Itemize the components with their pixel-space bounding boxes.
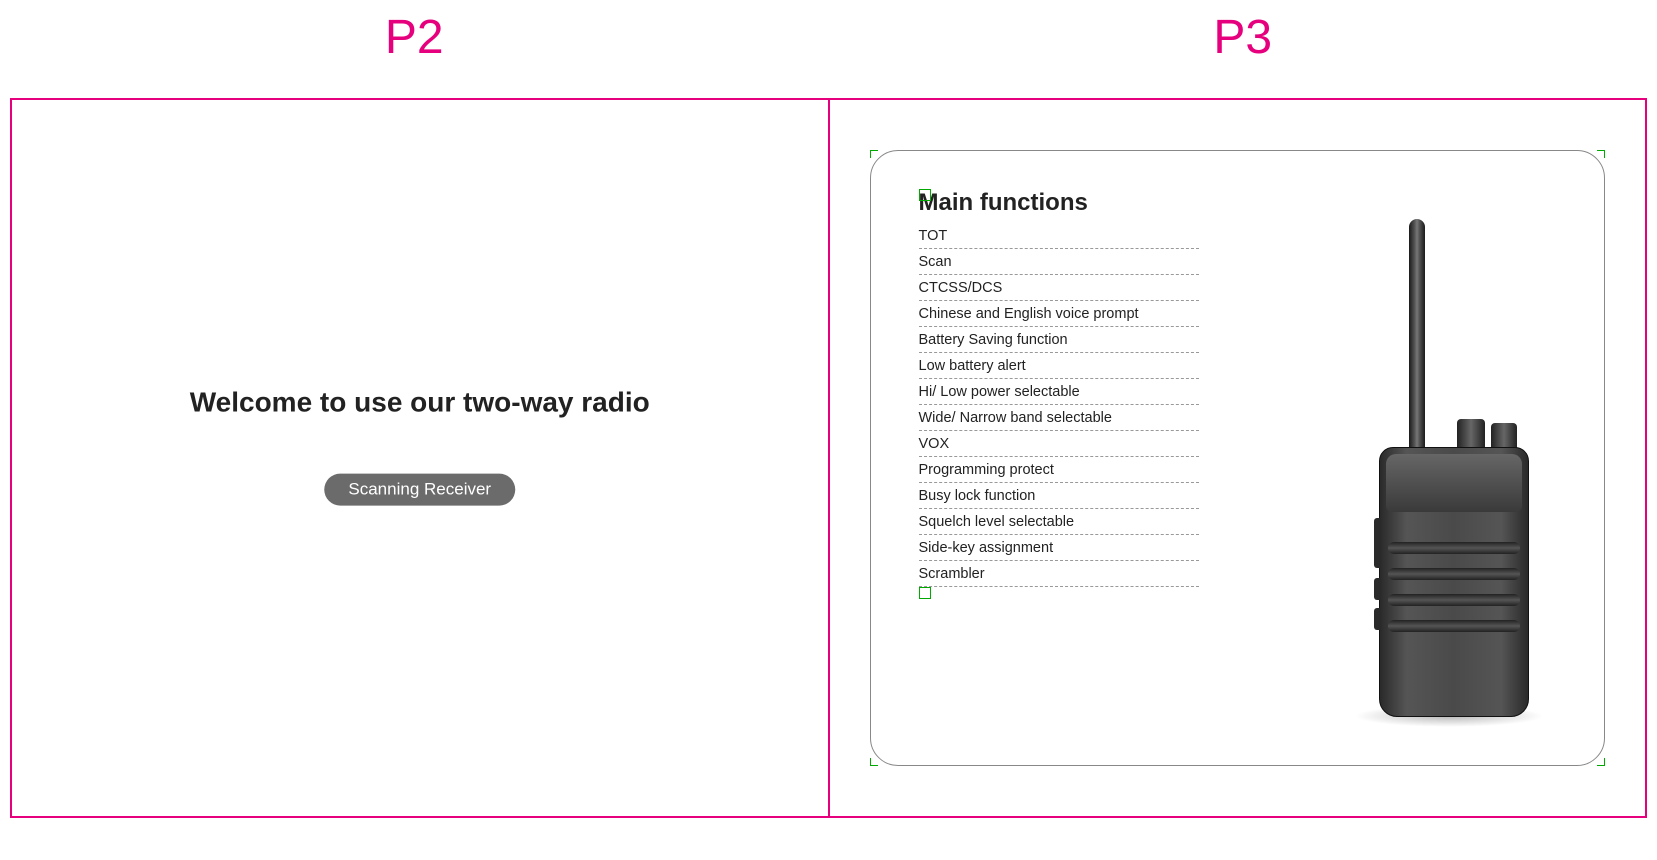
page-labels-row: P2 P3 xyxy=(0,10,1657,65)
radio-side-button-icon xyxy=(1374,608,1381,630)
scanning-receiver-pill: Scanning Receiver xyxy=(324,474,515,506)
list-item: Scrambler xyxy=(919,561,1199,587)
list-item: Low battery alert xyxy=(919,353,1199,379)
list-item: CTCSS/DCS xyxy=(919,275,1199,301)
list-item: Wide/ Narrow band selectable xyxy=(919,405,1199,431)
list-item: Chinese and English voice prompt xyxy=(919,301,1199,327)
functions-card: Main functions TOT Scan CTCSS/DCS Chines… xyxy=(870,150,1606,766)
crop-mark-icon xyxy=(1597,758,1605,766)
list-item: Side-key assignment xyxy=(919,535,1199,561)
functions-title: Main functions xyxy=(919,189,1557,217)
welcome-title: Welcome to use our two-way radio xyxy=(12,387,828,419)
page-label-p3: P3 xyxy=(829,10,1657,65)
list-item: Battery Saving function xyxy=(919,327,1199,353)
page-p3: Main functions TOT Scan CTCSS/DCS Chines… xyxy=(830,100,1646,816)
radio-side-button-icon xyxy=(1374,578,1381,600)
crop-mark-icon xyxy=(870,150,878,158)
page-p2: Welcome to use our two-way radio Scannin… xyxy=(12,100,830,816)
crop-mark-icon xyxy=(1597,150,1605,158)
page-label-p2: P2 xyxy=(0,10,829,65)
spread-container: Welcome to use our two-way radio Scannin… xyxy=(10,98,1647,818)
radio-body-icon xyxy=(1379,447,1529,717)
list-item: Hi/ Low power selectable xyxy=(919,379,1199,405)
radio-side-button-icon xyxy=(1374,518,1381,568)
functions-list: TOT Scan CTCSS/DCS Chinese and English v… xyxy=(919,223,1199,587)
welcome-block: Welcome to use our two-way radio Scannin… xyxy=(12,387,828,506)
radio-illustration xyxy=(1349,219,1549,719)
crop-mark-icon xyxy=(870,758,878,766)
radio-grip-icon xyxy=(1388,542,1520,646)
radio-antenna-icon xyxy=(1409,219,1425,449)
list-item: Scan xyxy=(919,249,1199,275)
list-item: Programming protect xyxy=(919,457,1199,483)
list-item: Squelch level selectable xyxy=(919,509,1199,535)
list-item: Busy lock function xyxy=(919,483,1199,509)
list-item: TOT xyxy=(919,223,1199,249)
list-item: VOX xyxy=(919,431,1199,457)
